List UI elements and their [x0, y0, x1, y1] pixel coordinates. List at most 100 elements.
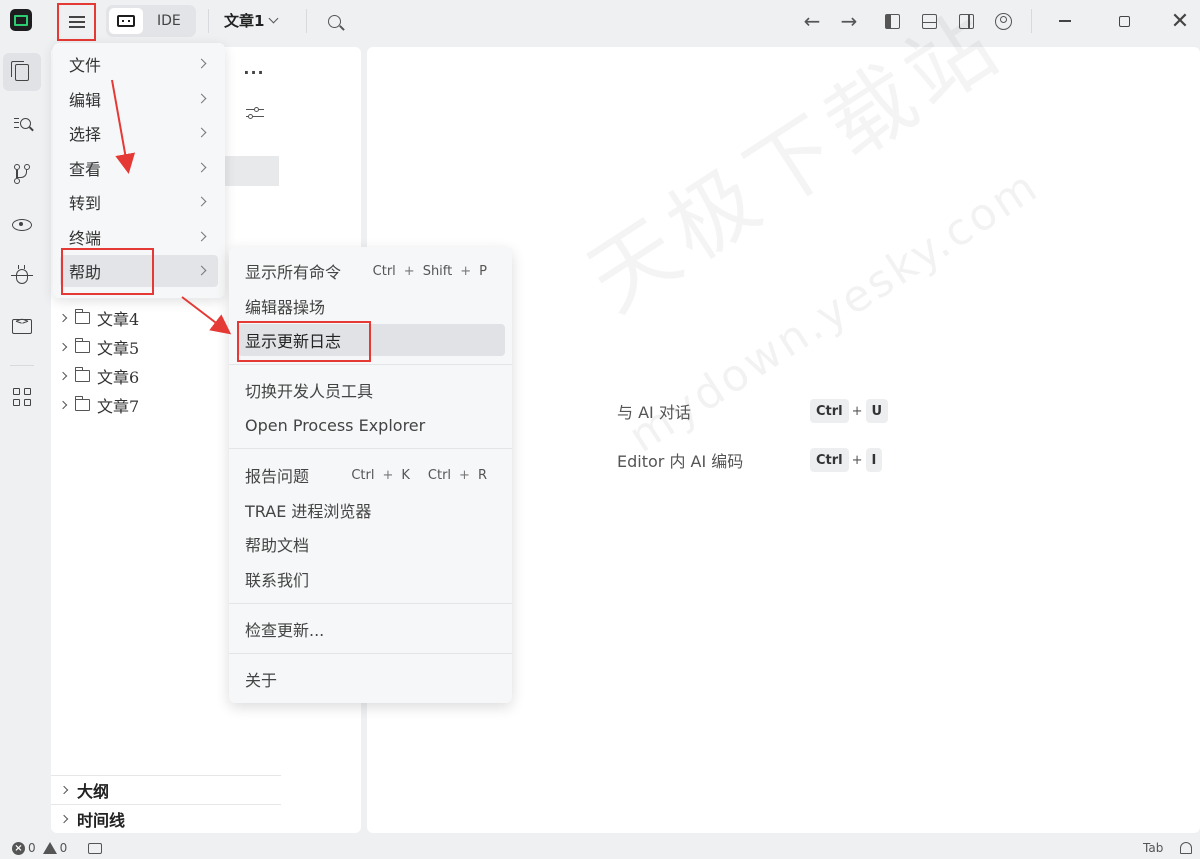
menu-item-label: Open Process Explorer — [245, 415, 426, 435]
title-bar: IDE 文章1 ← → ✕ — [0, 0, 1200, 42]
menu-item-label: 转到 — [69, 194, 102, 213]
mode-switch[interactable]: IDE — [106, 5, 196, 37]
menu-editor-playground[interactable]: 编辑器操场 — [238, 290, 505, 322]
menu-item-label: 帮助 — [69, 263, 102, 282]
tree-item[interactable]: 文章7 — [58, 393, 139, 417]
close-icon: ✕ — [1170, 8, 1190, 34]
menu-contact-us[interactable]: 联系我们 — [238, 563, 505, 595]
menu-item-label: 选择 — [69, 125, 102, 144]
remote-button[interactable] — [3, 307, 41, 345]
menu-item-label: 显示更新日志 — [245, 332, 342, 351]
files-icon — [11, 60, 29, 81]
activity-divider — [10, 365, 34, 366]
key-plus: + — [851, 403, 863, 419]
search-view-button[interactable] — [3, 104, 41, 142]
selected-tree-row[interactable] — [225, 156, 279, 186]
ide-mode-label[interactable]: IDE — [157, 13, 181, 29]
bug-icon — [11, 268, 33, 284]
menu-report-issue[interactable]: 报告问题 Ctrl + K Ctrl + R — [238, 459, 505, 491]
source-control-button[interactable] — [3, 155, 41, 193]
chevron-right-icon — [196, 93, 207, 104]
git-branch-icon — [14, 164, 30, 184]
menu-item-view[interactable]: 查看 — [60, 152, 218, 184]
more-actions-button[interactable]: ··· — [242, 60, 266, 84]
hint-label: 与 AI 对话 — [617, 403, 691, 422]
chevron-right-icon — [58, 400, 68, 410]
folder-icon — [74, 396, 90, 411]
section-label: 大纲 — [77, 781, 110, 801]
menu-item-go[interactable]: 转到 — [60, 186, 218, 218]
key-plus: + — [851, 452, 863, 468]
tab-indicator[interactable]: Tab — [1143, 840, 1163, 856]
chevron-right-icon — [59, 814, 69, 823]
menu-open-process-explorer[interactable]: Open Process Explorer — [238, 409, 505, 441]
main-menu-button[interactable] — [57, 3, 96, 41]
tree-item[interactable]: 文章4 — [58, 306, 140, 330]
menu-about[interactable]: 关于 — [238, 663, 505, 695]
ports-icon — [88, 842, 102, 854]
preview-button[interactable] — [3, 206, 41, 244]
close-button[interactable]: ✕ — [1160, 5, 1200, 37]
menu-item-file[interactable]: 文件 — [60, 48, 218, 80]
problems-indicator[interactable]: × 0 0 — [12, 840, 67, 856]
main-menu: 文件 编辑 选择 查看 转到 终端 帮助 — [53, 43, 225, 298]
back-arrow-icon[interactable]: ← — [799, 8, 825, 34]
shortcut-text: Ctrl + Shift + P — [372, 263, 487, 279]
hamburger-icon — [68, 16, 85, 28]
key: I — [865, 448, 883, 472]
outline-section[interactable]: 大纲 — [51, 775, 281, 803]
status-bar: × 0 0 Tab — [0, 837, 1200, 859]
menu-show-release-notes[interactable]: 显示更新日志 — [238, 324, 505, 356]
maximize-button[interactable] — [1104, 5, 1144, 37]
warning-count: 0 — [59, 841, 68, 855]
debug-button[interactable] — [3, 257, 41, 295]
account-icon — [994, 12, 1012, 30]
menu-toggle-dev-tools[interactable]: 切换开发人员工具 — [238, 374, 505, 406]
menu-item-selection[interactable]: 选择 — [60, 117, 218, 149]
key: Ctrl — [810, 399, 849, 423]
menu-divider — [229, 603, 512, 604]
menu-divider — [229, 364, 512, 365]
error-count: 0 — [28, 841, 36, 855]
menu-item-help[interactable]: 帮助 — [60, 255, 218, 287]
hint-label: Editor 内 AI 编码 — [617, 452, 744, 471]
minimize-button[interactable] — [1045, 5, 1085, 37]
account-button[interactable] — [991, 9, 1015, 33]
folder-icon — [74, 309, 90, 324]
extensions-button[interactable] — [3, 378, 41, 416]
timeline-section[interactable]: 时间线 — [51, 804, 281, 832]
tree-item-label: 文章4 — [97, 310, 140, 329]
search-button[interactable] — [322, 9, 346, 33]
explorer-button[interactable] — [3, 53, 41, 91]
menu-trae-process-browser[interactable]: TRAE 进程浏览器 — [238, 494, 505, 526]
notifications-button[interactable] — [1180, 840, 1192, 856]
document-title-dropdown[interactable]: 文章1 — [224, 8, 279, 32]
tree-item[interactable]: 文章5 — [58, 335, 139, 359]
error-icon: × — [12, 841, 25, 855]
menu-item-label: 联系我们 — [245, 571, 310, 590]
hint-shortcut: Ctrl + I — [810, 447, 883, 473]
chevron-down-icon — [268, 13, 279, 23]
ports-button[interactable] — [88, 840, 102, 856]
menu-divider — [229, 448, 512, 449]
forward-arrow-icon[interactable]: → — [836, 8, 862, 34]
chevron-right-icon — [58, 313, 68, 323]
menu-check-updates[interactable]: 检查更新... — [238, 613, 505, 645]
hint-shortcut: Ctrl + U — [810, 398, 889, 424]
solo-mode-icon[interactable] — [109, 8, 143, 34]
title-divider — [208, 9, 209, 33]
filter-settings-icon[interactable] — [244, 102, 266, 124]
tree-item[interactable]: 文章6 — [58, 364, 139, 388]
title-divider — [1031, 9, 1032, 33]
menu-item-label: 显示所有命令 — [245, 263, 342, 282]
chevron-right-icon — [59, 785, 69, 794]
menu-show-all-commands[interactable]: 显示所有命令 Ctrl + Shift + P — [238, 255, 505, 287]
eye-icon — [12, 219, 32, 231]
chevron-right-icon — [196, 265, 207, 276]
search-icon — [327, 14, 341, 28]
menu-item-terminal[interactable]: 终端 — [60, 221, 218, 253]
menu-item-label: 检查更新... — [245, 621, 325, 640]
title-divider — [306, 9, 307, 33]
menu-help-docs[interactable]: 帮助文档 — [238, 528, 505, 560]
menu-item-edit[interactable]: 编辑 — [60, 83, 218, 115]
